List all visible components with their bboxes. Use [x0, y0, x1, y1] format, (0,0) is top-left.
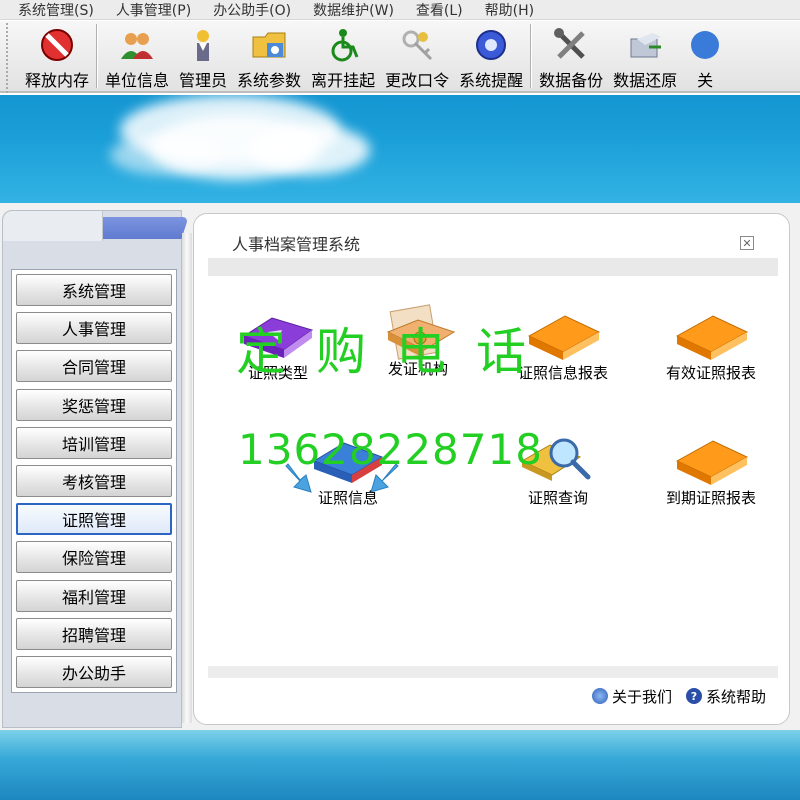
content-footer: 关于我们 ? 系统帮助: [208, 680, 778, 712]
toolbar-grip[interactable]: [6, 23, 20, 93]
toolbar-button-label: 释放内存: [25, 71, 90, 90]
module-label: 证照查询: [527, 489, 588, 507]
module-grid: 证照类型 发证机构 证照信息报表 有效证照报表 证照信息 证照查询 到期证照报表: [208, 276, 778, 666]
toolbar-button-label: 离开挂起: [311, 71, 376, 90]
toolbar-button-1[interactable]: 单位信息: [100, 21, 174, 91]
restore-icon: [630, 33, 662, 58]
footer-band: [208, 666, 778, 678]
module-license-search[interactable]: 证照查询: [508, 431, 608, 511]
sidebar-item-6[interactable]: 证照管理: [16, 503, 172, 536]
module-label: 到期证照报表: [665, 489, 756, 507]
module-expired-license-report[interactable]: 到期证照报表: [646, 431, 776, 511]
toolbar-button-label: 系统参数: [237, 71, 302, 90]
menu-item-2[interactable]: 办公助手(O): [213, 0, 291, 20]
document-folder-icon: [386, 304, 456, 360]
sidebar-item-7[interactable]: 保险管理: [16, 541, 172, 574]
module-label: 发证机构: [387, 360, 448, 378]
menu-item-4[interactable]: 查看(L): [416, 0, 463, 20]
toolbar-separator: [96, 24, 99, 88]
menu-bar: 系统管理(S) 人事管理(P) 办公助手(O) 数据维护(W) 查看(L) 帮助(H): [0, 0, 800, 20]
orange-folder-icon: [527, 315, 601, 360]
tools-icon: [554, 28, 585, 59]
content-title: 人事档案管理系统: [232, 235, 361, 254]
content-panel: 人事档案管理系统 ✕ 证照类型 发证机构 证照信息报表 有效证照报表 证照信息 …: [193, 213, 790, 725]
sidebar-panel: 系统管理人事管理合同管理奖惩管理培训管理考核管理证照管理保险管理福利管理招聘管理…: [2, 210, 189, 728]
sky-banner: [0, 95, 800, 203]
sidebar-item-10[interactable]: 办公助手: [16, 656, 172, 688]
toolbar-button-0[interactable]: 释放内存: [20, 21, 94, 91]
toolbar-button-label: 数据还原: [613, 71, 678, 90]
toolbar: 释放内存 单位信息 管理员 系统参数 离开挂起 更改口令 系统提醒 数据备份 数据还原关: [0, 21, 800, 93]
about-label: 关于我们: [611, 687, 672, 706]
toolbar-button-3[interactable]: 系统参数: [232, 21, 306, 91]
sidebar-item-8[interactable]: 福利管理: [16, 579, 172, 612]
toolbar-button-label: 系统提醒: [459, 71, 524, 90]
module-valid-license-report[interactable]: 有效证照报表: [646, 306, 776, 386]
wheelchair-icon: [331, 29, 359, 62]
module-label: 有效证照报表: [665, 364, 756, 382]
help-label: 系统帮助: [705, 687, 766, 706]
orange-folder-icon: [675, 315, 749, 360]
toolbar-separator: [530, 24, 533, 88]
sea-banner: [0, 730, 800, 800]
toolbar-button-4[interactable]: 离开挂起: [306, 21, 380, 91]
sidebar-item-3[interactable]: 奖惩管理: [16, 388, 172, 421]
sidebar-list: 系统管理人事管理合同管理奖惩管理培训管理考核管理证照管理保险管理福利管理招聘管理…: [11, 269, 177, 693]
toolbar-button-label: 更改口令: [385, 71, 450, 90]
exit-icon: [691, 31, 720, 59]
main-area: 系统管理人事管理合同管理奖惩管理培训管理考核管理证照管理保险管理福利管理招聘管理…: [0, 203, 800, 730]
sidebar-header: [3, 211, 103, 241]
keys-icon: [402, 30, 433, 61]
sidebar-item-9[interactable]: 招聘管理: [16, 617, 172, 650]
menu-item-3[interactable]: 数据维护(W): [313, 0, 394, 20]
module-label: 证照信息报表: [517, 364, 608, 382]
toolbar-button-2[interactable]: 管理员: [174, 21, 232, 91]
users-icon: [121, 33, 154, 59]
close-icon[interactable]: ✕: [740, 236, 754, 250]
module-label: 证照信息: [317, 489, 378, 507]
content-header-band: [208, 258, 778, 276]
menu-item-1[interactable]: 人事管理(P): [116, 0, 191, 20]
module-license-report[interactable]: 证照信息报表: [498, 306, 628, 386]
toolbar-button-label: 关: [697, 71, 714, 90]
info-icon: [591, 688, 608, 704]
toolbar-button-8[interactable]: 数据还原: [608, 21, 682, 91]
toolbar-button-6[interactable]: 系统提醒: [454, 21, 528, 91]
module-label: 证照类型: [247, 364, 308, 382]
menu-item-0[interactable]: 系统管理(S): [18, 0, 94, 20]
sidebar-item-4[interactable]: 培训管理: [16, 426, 172, 459]
about-link[interactable]: 关于我们: [591, 686, 672, 707]
purple-book-icon: [242, 317, 314, 358]
admin-icon: [197, 30, 210, 61]
toolbar-button-label: 数据备份: [539, 71, 604, 90]
menu-item-5[interactable]: 帮助(H): [485, 0, 534, 20]
module-license-type[interactable]: 证照类型: [228, 306, 328, 386]
sidebar-item-2[interactable]: 合同管理: [16, 350, 172, 383]
sidebar-item-5[interactable]: 考核管理: [16, 465, 172, 497]
gear-icon: [476, 30, 507, 60]
toolbar-button-7[interactable]: 数据备份: [534, 21, 608, 91]
toolbar-button-label: 单位信息: [105, 71, 170, 90]
help-link[interactable]: ? 系统帮助: [685, 686, 766, 707]
sidebar-item-1[interactable]: 人事管理: [16, 312, 172, 345]
search-book-icon: [520, 438, 591, 481]
toolbar-button-9[interactable]: 关: [682, 21, 728, 91]
toolbar-button-label: 管理员: [179, 71, 228, 90]
splitter[interactable]: [182, 233, 192, 723]
module-issuing-authority[interactable]: 发证机构: [368, 302, 468, 386]
app-window: 系统管理(S) 人事管理(P) 办公助手(O) 数据维护(W) 查看(L) 帮助(H) 释…: [0, 0, 800, 800]
blue-book-icon: [312, 442, 384, 483]
orange-folder-icon: [675, 440, 749, 485]
sidebar-item-0[interactable]: 系统管理: [16, 274, 172, 306]
no-entry-icon: [41, 29, 73, 61]
toolbar-button-5[interactable]: 更改口令: [380, 21, 454, 91]
folder-settings-icon: [252, 32, 286, 58]
help-icon: ?: [685, 688, 702, 704]
module-license-info[interactable]: 证照信息: [298, 431, 398, 511]
